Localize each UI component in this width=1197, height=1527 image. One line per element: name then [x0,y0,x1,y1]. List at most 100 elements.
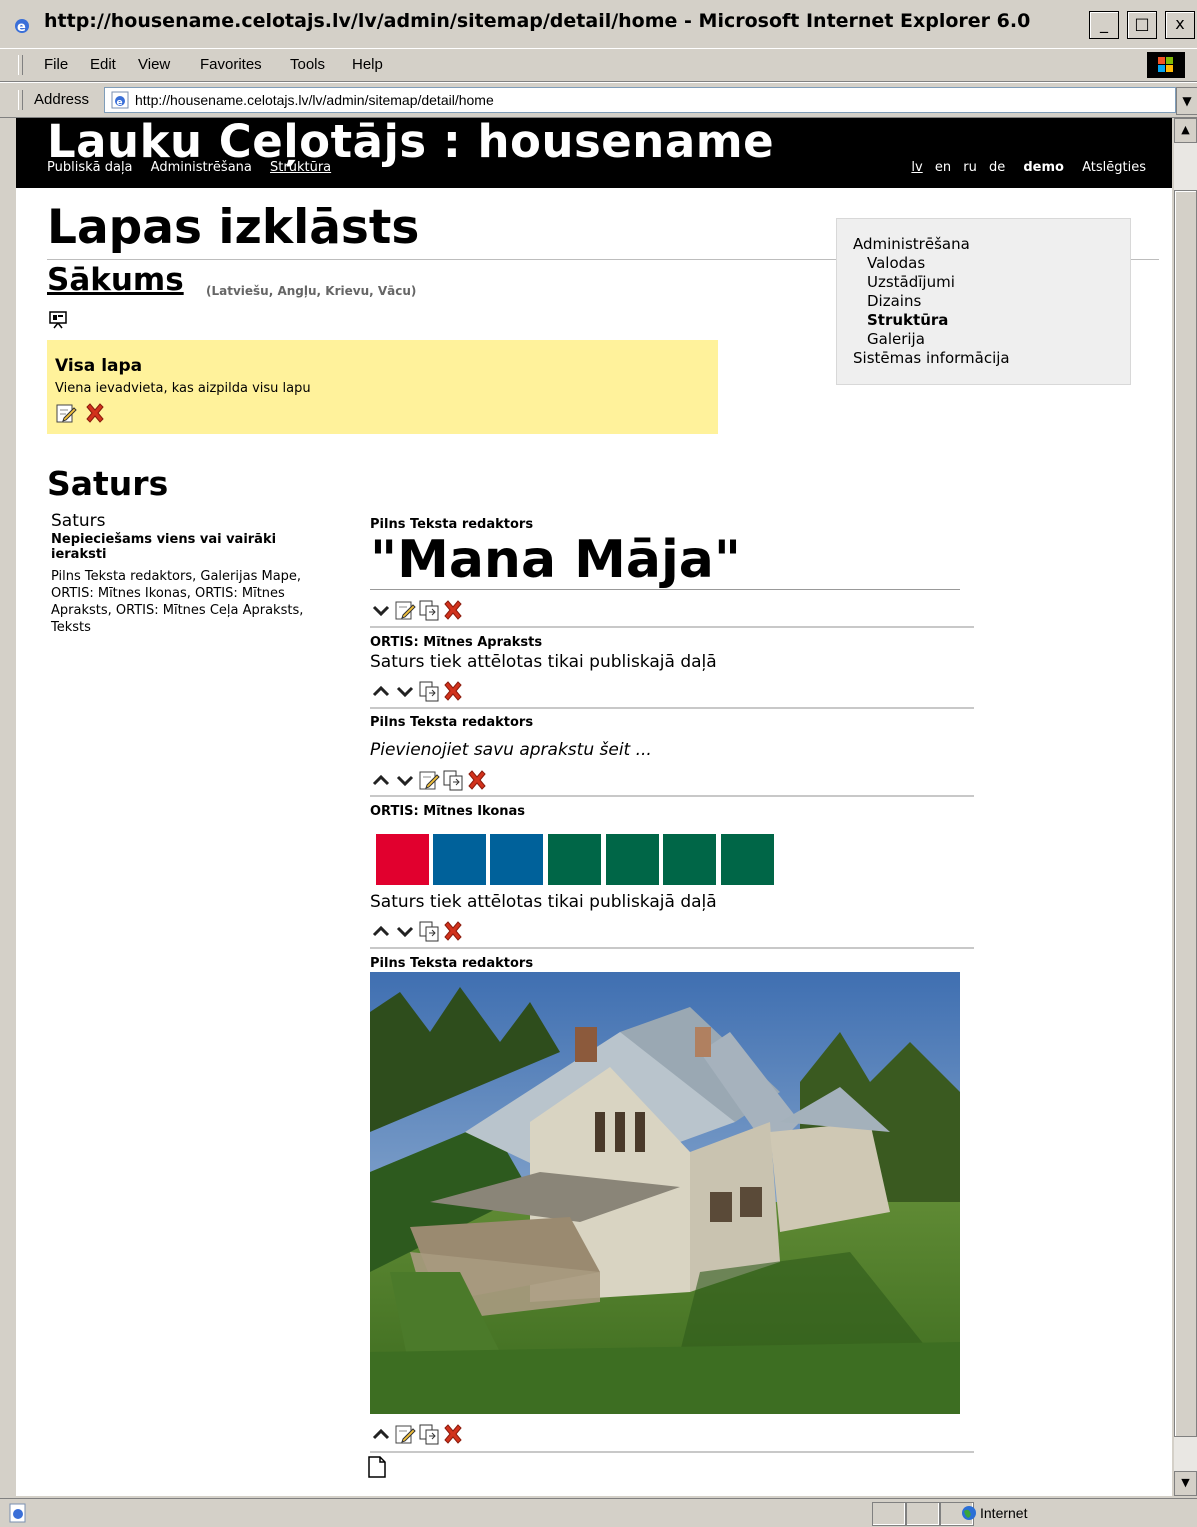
main-nav: Publiskā daļa Administrēšana Struktūra [47,160,345,175]
vertical-scrollbar[interactable]: ▲ ▼ [1174,118,1197,1496]
copy-icon[interactable] [418,1423,440,1445]
accommodation-icon-6 [663,834,716,885]
menu-help[interactable]: Help [352,56,383,73]
layout-box-description: Viena ievadvieta, kas aizpilda visu lapu [55,381,311,396]
menu-edit[interactable]: Edit [90,56,116,73]
block-text: Saturs tiek attēlotas tikai publiskajā d… [370,892,717,912]
block-actions [370,599,466,621]
status-pane [906,1502,940,1526]
lang-de[interactable]: de [989,160,1005,175]
user-name[interactable]: demo [1023,160,1064,175]
page-icon: e [111,91,129,109]
scroll-down-button[interactable]: ▼ [1174,1471,1197,1496]
logout-link[interactable]: Atslēgties [1082,160,1146,175]
page-title: Lapas izklāsts [47,200,420,255]
block-placeholder-text: Pievienojiet savu aprakstu šeit ... [370,740,652,760]
edit-icon[interactable] [394,599,416,621]
site-header: Lauku Ceļotājs : housename Publiskā daļa… [16,118,1172,188]
maximize-button[interactable]: □ [1127,11,1157,39]
block-type-label: Pilns Teksta redaktors [370,956,534,971]
sidebar-item-sistemas-informacija[interactable]: Sistēmas informācija [853,349,1010,367]
page-viewport: Lauku Ceļotājs : housename Publiskā daļa… [16,118,1172,1496]
block-text: Saturs tiek attēlotas tikai publiskajā d… [370,652,717,672]
block-type-label: ORTIS: Mītnes Apraksts [370,635,543,650]
layout-box-title: Visa lapa [55,356,143,376]
lang-lv[interactable]: lv [911,160,922,175]
edit-icon[interactable] [394,1423,416,1445]
delete-icon[interactable] [442,1423,464,1445]
scroll-up-button[interactable]: ▲ [1174,118,1197,143]
window-title: http://housename.celotajs.lv/lv/admin/si… [44,10,1031,32]
copy-icon[interactable] [442,769,464,791]
block-actions [370,680,466,702]
layout-box: Visa lapa Viena ievadvieta, kas aizpilda… [47,340,718,434]
menu-tools[interactable]: Tools [290,56,325,73]
move-down-icon[interactable] [394,680,416,702]
accommodation-icon-2 [433,834,486,885]
edit-icon[interactable] [418,769,440,791]
delete-icon[interactable] [442,599,464,621]
toolbar-grip[interactable] [18,55,23,75]
svg-text:e: e [17,20,26,35]
edit-icon[interactable] [55,402,77,424]
address-dropdown[interactable]: ▼ [1176,87,1197,115]
move-up-icon[interactable] [370,1423,392,1445]
minimize-button[interactable]: _ [1089,11,1119,39]
node-languages: (Latviešu, Angļu, Krievu, Vācu) [206,284,417,298]
menu-bar: File Edit View Favorites Tools Help [0,48,1197,82]
accommodation-icon-5 [606,834,659,885]
block-actions [370,920,466,942]
address-input[interactable]: e http://housename.celotajs.lv/lv/admin/… [104,87,1176,113]
security-zone: Internet [980,1505,1028,1521]
delete-icon[interactable] [84,402,106,424]
accommodation-icon-4 [548,834,601,885]
block-separator [370,626,974,628]
status-pane [872,1502,906,1526]
ie-page-icon [9,1503,26,1523]
menu-favorites[interactable]: Favorites [200,56,262,73]
node-title-link[interactable]: Sākums [47,262,184,298]
sidebar-item-dizains[interactable]: Dizains [867,292,921,310]
copy-icon[interactable] [418,920,440,942]
presentation-icon[interactable] [49,311,67,329]
nav-structure[interactable]: Struktūra [270,160,331,175]
sidebar-item-administresana[interactable]: Administrēšana [853,235,970,253]
copy-icon[interactable] [418,599,440,621]
sidebar-item-valodas[interactable]: Valodas [867,254,925,272]
nav-public[interactable]: Publiskā daļa [47,160,133,175]
move-up-icon[interactable] [370,920,392,942]
lang-ru[interactable]: ru [963,160,977,175]
status-bar: Internet [0,1498,1197,1527]
block-type-label: Pilns Teksta redaktors [370,715,534,730]
sidebar-item-struktura[interactable]: Struktūra [867,311,948,329]
move-down-icon[interactable] [370,599,392,621]
content-heading: Saturs [47,464,169,503]
scroll-thumb[interactable] [1174,190,1197,1437]
accommodation-icon-7 [721,834,774,885]
nav-admin[interactable]: Administrēšana [151,160,252,175]
delete-icon[interactable] [466,769,488,791]
address-label: Address [34,91,90,108]
close-button[interactable]: x [1165,11,1195,39]
sidebar-item-uzstadijumi[interactable]: Uzstādījumi [867,273,955,291]
divider [370,589,960,590]
sidebar-item-galerija[interactable]: Galerija [867,330,925,348]
address-url: http://housename.celotajs.lv/lv/admin/si… [135,92,494,108]
block-actions [370,1423,466,1445]
svg-text:e: e [117,98,123,108]
move-down-icon[interactable] [394,920,416,942]
move-up-icon[interactable] [370,680,392,702]
move-down-icon[interactable] [394,769,416,791]
placeholder-title: Saturs [51,511,106,531]
lang-en[interactable]: en [935,160,951,175]
move-up-icon[interactable] [370,769,392,791]
menu-view[interactable]: View [138,56,170,73]
new-document-icon[interactable] [368,1456,386,1478]
delete-icon[interactable] [442,680,464,702]
copy-icon[interactable] [418,680,440,702]
delete-icon[interactable] [442,920,464,942]
browser-window: e http://housename.celotajs.lv/lv/admin/… [0,0,1197,1527]
toolbar-grip[interactable] [18,90,23,110]
menu-file[interactable]: File [44,56,68,73]
ie-icon: e [15,19,29,35]
